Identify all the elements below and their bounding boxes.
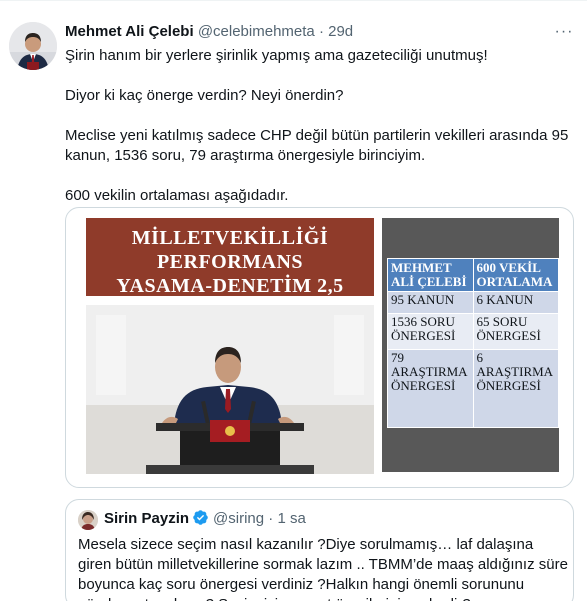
table-row: 1536 SORU ÖNERGESİ 65 SORU ÖNERGESİ xyxy=(387,313,559,350)
tweet-paragraph: Diyor ki kaç önerge verdin? Neyi önerdin… xyxy=(65,87,344,104)
table-cell: 95 KANUN xyxy=(387,291,474,314)
slide-title-line: YASAMA-DENETİM 2,5 xyxy=(116,275,344,297)
quoted-tweet-timestamp[interactable]: 1 sa xyxy=(277,510,305,527)
table-cell: 1536 SORU ÖNERGESİ xyxy=(387,313,474,350)
author-name[interactable]: Mehmet Ali Çelebi xyxy=(65,23,194,40)
top-divider xyxy=(0,0,587,1)
author-avatar[interactable] xyxy=(9,22,57,70)
table-cell: 65 SORU ÖNERGESİ xyxy=(472,313,559,350)
slide-title-line: PERFORMANS xyxy=(156,251,304,273)
table-cell: 6 KANUN xyxy=(472,291,559,314)
tweet-media-image[interactable]: MİLLETVEKİLLİĞİ PERFORMANS YASAMA-DENETİ… xyxy=(65,207,574,488)
author-handle[interactable]: @celebimehmeta xyxy=(198,23,315,40)
quoted-header-separator: · xyxy=(268,510,274,527)
verified-badge-icon xyxy=(192,509,209,532)
header-separator: · xyxy=(318,23,324,40)
parliament-photo xyxy=(86,305,374,474)
tweet-timestamp[interactable]: 29d xyxy=(328,23,353,40)
quoted-author-name[interactable]: Sirin Payzin xyxy=(104,510,189,527)
quoted-tweet-text: Mesela sizece seçim nasıl kazanılır ?Diy… xyxy=(78,536,568,601)
quoted-tweet[interactable]: Sirin Payzin @siring · 1 sa Mesela sizece… xyxy=(65,499,574,601)
table-row: 79 ARAŞTIRMA ÖNERGESİ 6 ARAŞTIRMA ÖNERGE… xyxy=(387,349,559,428)
table-cell: 6 ARAŞTIRMA ÖNERGESİ xyxy=(472,349,559,428)
table-cell: 79 ARAŞTIRMA ÖNERGESİ xyxy=(387,349,474,428)
speaker-at-podium-image xyxy=(86,305,374,474)
tweet-paragraph: Meclise yeni katılmış sadece CHP değil b… xyxy=(65,127,569,164)
tweet-paragraph: 600 vekilin ortalaması aşağıdadır. xyxy=(65,187,289,204)
quoted-author-avatar-image xyxy=(78,510,98,530)
quoted-author-handle[interactable]: @siring xyxy=(213,510,264,527)
performance-table: MEHMET ALİ ÇELEBİ 600 VEKİL ORTALAMA 95 … xyxy=(387,258,559,428)
quoted-tweet-header: Sirin Payzin @siring · 1 sa xyxy=(104,509,306,532)
tweet-paragraph: Şirin hanım bir yerlere şirinlik yapmış … xyxy=(65,47,488,64)
more-options-icon[interactable]: ··· xyxy=(550,18,578,46)
table-header-mehmet-ali-celebi: MEHMET ALİ ÇELEBİ xyxy=(387,258,474,292)
stats-panel: MEHMET ALİ ÇELEBİ 600 VEKİL ORTALAMA 95 … xyxy=(382,218,559,472)
tweet-header: Mehmet Ali Çelebi @celebimehmeta · 29d xyxy=(65,22,353,42)
author-avatar-image xyxy=(9,22,57,70)
quoted-author-avatar[interactable] xyxy=(78,510,98,530)
tweet-text: Şirin hanım bir yerlere şirinlik yapmış … xyxy=(65,46,575,206)
table-row: 95 KANUN 6 KANUN xyxy=(387,291,559,314)
table-header-average: 600 VEKİL ORTALAMA xyxy=(472,258,559,292)
slide-title-line: MİLLETVEKİLLİĞİ xyxy=(131,227,329,249)
slide-title-banner: MİLLETVEKİLLİĞİ PERFORMANS YASAMA-DENETİ… xyxy=(86,218,374,297)
